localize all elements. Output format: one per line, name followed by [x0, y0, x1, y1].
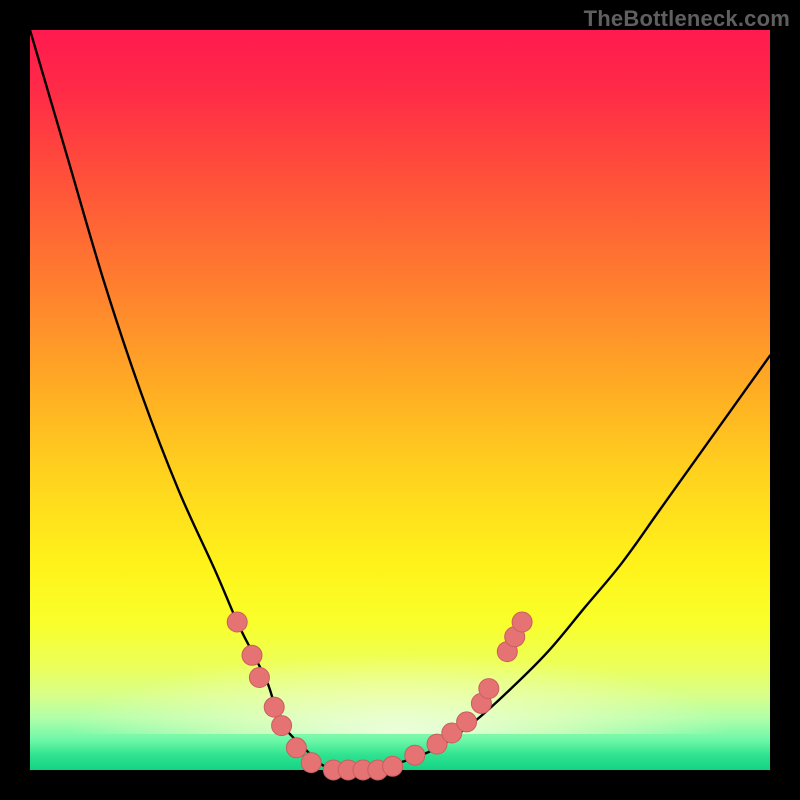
curve-layer: [30, 30, 770, 770]
plot-area: [30, 30, 770, 770]
curve-marker: [512, 612, 532, 632]
curve-marker: [249, 668, 269, 688]
curve-marker: [301, 753, 321, 773]
curve-marker: [286, 738, 306, 758]
watermark-label: TheBottleneck.com: [584, 6, 790, 32]
curve-marker: [272, 716, 292, 736]
curve-marker: [479, 679, 499, 699]
curve-marker: [242, 645, 262, 665]
curve-marker: [405, 745, 425, 765]
curve-marker: [457, 712, 477, 732]
chart-frame: TheBottleneck.com: [0, 0, 800, 800]
curve-marker: [264, 697, 284, 717]
curve-marker: [227, 612, 247, 632]
bottleneck-curve: [30, 30, 770, 771]
curve-marker: [383, 756, 403, 776]
